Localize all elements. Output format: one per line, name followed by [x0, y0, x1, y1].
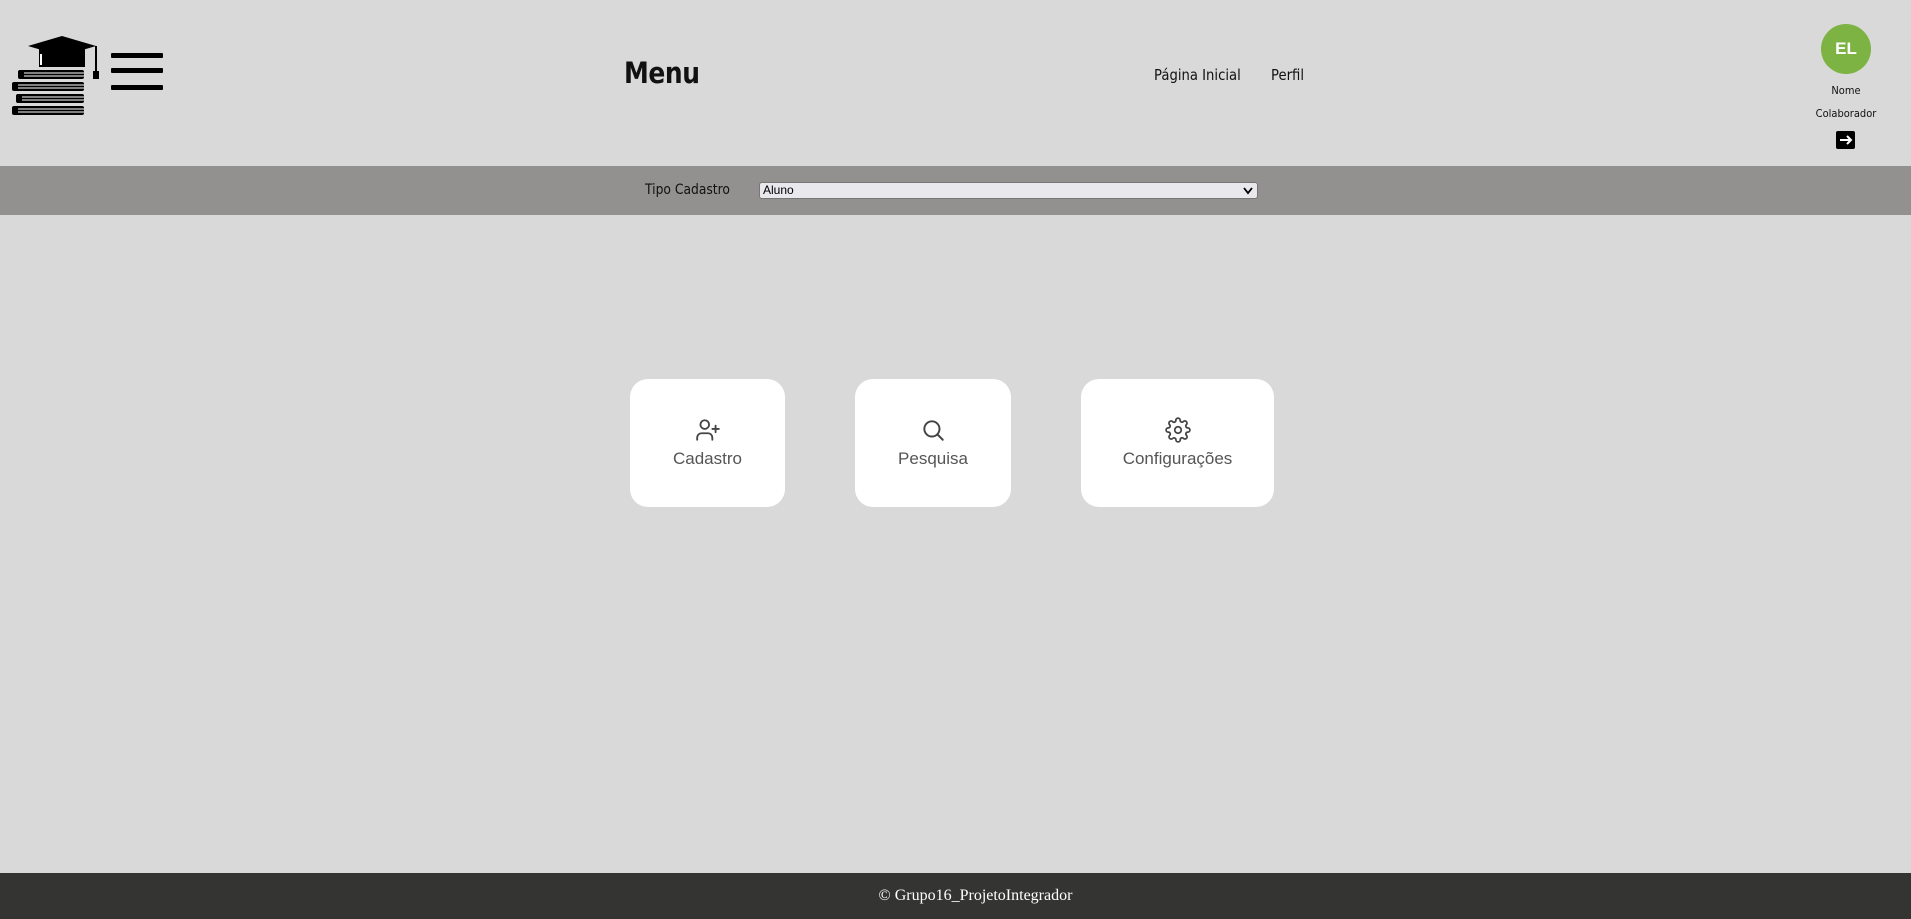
footer-copyright: © Grupo16_ProjetoIntegrador: [878, 887, 1073, 904]
pesquisa-card-label: Pesquisa: [898, 449, 968, 468]
hamburger-menu-icon[interactable]: [111, 52, 163, 92]
nav-link-pagina-inicial[interactable]: Página Inicial: [1154, 66, 1241, 84]
user-name: Nome: [1831, 84, 1861, 97]
logout-arrow-icon: [1839, 135, 1852, 145]
configuracoes-card-label: Configurações: [1122, 449, 1233, 468]
user-role: Colaborador: [1815, 107, 1877, 120]
logo-graduation-books-icon[interactable]: [10, 34, 104, 118]
search-icon: [923, 420, 944, 441]
user-plus-icon: [695, 419, 720, 441]
select-value: Aluno: [763, 183, 794, 197]
avatar[interactable]: EL: [1821, 24, 1871, 74]
tipo-cadastro-select[interactable]: Aluno: [759, 182, 1258, 199]
logout-button[interactable]: [1836, 131, 1855, 149]
cadastro-card-label: Cadastro: [673, 449, 742, 468]
configuracoes-card[interactable]: Configurações: [1081, 379, 1274, 507]
nav-link-perfil[interactable]: Perfil: [1271, 66, 1304, 84]
pesquisa-card[interactable]: Pesquisa: [855, 379, 1011, 507]
chevron-down-icon: [1243, 187, 1253, 195]
header: Menu Página Inicial Perfil EL Nome Colab…: [0, 0, 1911, 166]
cadastro-card[interactable]: Cadastro: [630, 379, 785, 507]
footer: © Grupo16_ProjetoIntegrador: [0, 873, 1911, 919]
gear-icon: [1164, 417, 1191, 443]
filter-label: Tipo Cadastro: [645, 182, 730, 198]
page-title: Menu: [624, 56, 700, 90]
